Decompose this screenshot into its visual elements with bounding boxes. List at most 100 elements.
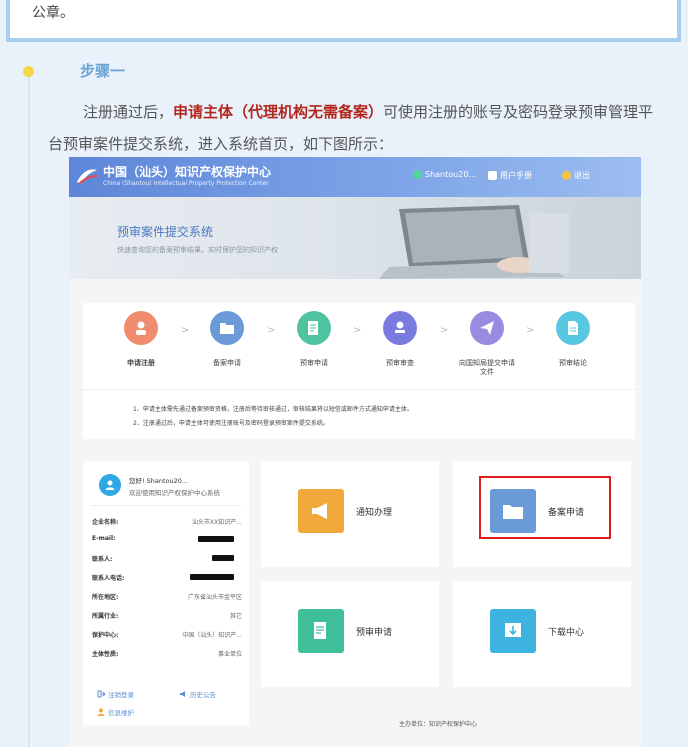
history-notice-link-label: 历史公告 — [190, 691, 216, 699]
para-highlight: 申请主体（代理机构无需备案） — [173, 103, 384, 121]
chevron-right-icon: > — [267, 325, 276, 336]
profile-row-email: E-mail: — [92, 535, 242, 545]
step-title: 步骤一 — [80, 62, 126, 80]
row-key: 联系人电话: — [92, 575, 125, 582]
chevron-right-icon: > — [526, 325, 535, 336]
row-key: E-mail: — [92, 535, 116, 542]
timeline-dot — [23, 66, 34, 77]
card-notice[interactable]: 通知办理 — [261, 461, 439, 567]
user-icon — [413, 170, 422, 179]
redaction — [198, 536, 234, 542]
logout-link[interactable]: 注销登录 — [97, 689, 134, 699]
profile-panel: 您好! Shantou20... 欢迎使用知识产权保护中心系统 企业名称: 汕头市… — [83, 461, 249, 725]
document-icon — [297, 311, 331, 345]
highlight-box — [479, 476, 611, 539]
history-notice-link[interactable]: 历史公告 — [179, 689, 216, 699]
process-step-conclusion: 预审结论 — [543, 311, 603, 368]
row-key: 主体性质: — [92, 651, 119, 658]
process-steps: 申请注册 > 备案申请 > 预审申请 > 预审审查 > 向国知局提交申请文件 >… — [83, 303, 635, 389]
profile-row-phone: 联系人电话: — [92, 573, 242, 583]
previous-section-box: 公章。 — [6, 0, 681, 42]
row-key: 保护中心: — [92, 632, 119, 639]
process-step-register: 申请注册 — [111, 311, 171, 368]
redaction — [212, 555, 234, 561]
chevron-right-icon: > — [440, 325, 449, 336]
row-key: 所在地区: — [92, 594, 119, 601]
profile-row-company: 企业名称: 汕头市XX知识产... — [92, 517, 242, 527]
profile-row-nature: 主体性质: 事业单位 — [92, 649, 242, 659]
notes-panel: 1、申请主体需先通过备案预审资格，注册后等待审核通过，审核结果将以短信或邮件方式… — [83, 389, 635, 439]
megaphone-icon — [298, 489, 344, 533]
note-1: 1、申请主体需先通过备案预审资格，注册后等待审核通过，审核结果将以短信或邮件方式… — [133, 406, 413, 413]
info-maintain-link[interactable]: 信息维护 — [97, 707, 134, 717]
card-download-center[interactable]: 下载中心 — [453, 581, 631, 687]
logout-icon — [97, 690, 105, 698]
logo-icon — [77, 169, 98, 185]
card-notice-label: 通知办理 — [356, 508, 393, 518]
profile-row-contact: 联系人: — [92, 554, 242, 564]
profile-row-industry: 所属行业: 其它 — [92, 611, 242, 621]
process-step-label: 预审结论 — [559, 359, 587, 367]
header-manual-label: 用户手册 — [500, 171, 532, 180]
info-maintain-link-label: 信息维护 — [108, 709, 134, 717]
row-value: 汕头市XX知识产... — [192, 519, 242, 526]
document-icon — [298, 609, 344, 653]
timeline-line — [28, 74, 30, 747]
send-icon — [470, 311, 504, 345]
user-edit-icon — [97, 708, 105, 716]
header-logout[interactable]: 退出 — [562, 170, 590, 181]
process-step-label: 申请注册 — [127, 359, 155, 367]
download-icon — [490, 609, 536, 653]
card-download-center-label: 下载中心 — [548, 628, 585, 638]
process-step-preexam-review: 预审审查 — [370, 311, 430, 368]
divider — [91, 505, 241, 506]
app-subtitle: China (Shantou) Intellectual Property Pr… — [103, 180, 269, 187]
row-value: 事业单位 — [217, 651, 242, 658]
process-step-filing: 备案申请 — [197, 311, 257, 368]
top-text: 公章。 — [32, 5, 74, 21]
footer-text: 主办单位：知识产权保护中心 — [399, 721, 478, 728]
chevron-right-icon: > — [353, 325, 362, 336]
process-step-label: 预审审查 — [386, 359, 414, 367]
banner-title: 预审案件提交系统 — [117, 225, 214, 239]
user-icon — [105, 480, 115, 490]
profile-row-center: 保护中心: 中国（汕头）知识产... — [92, 630, 242, 640]
para-before: 注册通过后， — [83, 103, 174, 121]
header-user[interactable]: Shantou20... — [413, 170, 476, 179]
app-title: 中国（汕头）知识产权保护中心 — [103, 165, 272, 179]
file-icon — [556, 311, 590, 345]
row-key: 联系人: — [92, 556, 113, 563]
process-step-label: 备案申请 — [213, 359, 241, 367]
note-2: 2、注册通过后，申请主体可使用注册账号及密码登录预审案件提交系统。 — [133, 420, 329, 427]
header-manual[interactable]: 用户手册 — [488, 170, 532, 181]
profile-welcome: 欢迎使用知识产权保护中心系统 — [129, 489, 220, 497]
card-preexam-apply-label: 预审申请 — [356, 628, 393, 638]
header-user-label: Shantou20... — [425, 170, 477, 179]
row-value: 广东省汕头市金平区 — [187, 594, 242, 601]
row-key: 所属行业: — [92, 613, 119, 620]
row-key: 企业名称: — [92, 519, 119, 526]
user-icon — [124, 311, 158, 345]
avatar — [99, 474, 121, 496]
folder-icon — [210, 311, 244, 345]
chevron-right-icon: > — [181, 325, 190, 336]
logout-link-label: 注销登录 — [108, 691, 134, 699]
profile-name: 您好! Shantou20... — [129, 477, 189, 485]
book-icon — [488, 171, 497, 180]
process-step-preexam-apply: 预审申请 — [284, 311, 344, 368]
step-paragraph: 注册通过后，申请主体（代理机构无需备案）可使用注册的账号及密码登录预审管理平台预… — [48, 96, 664, 160]
card-preexam-apply[interactable]: 预审申请 — [261, 581, 439, 687]
redaction — [190, 574, 234, 580]
row-value: 其它 — [229, 613, 242, 620]
banner: 预审案件提交系统 快速查询您的备案预审结果，实时保护您的知识产权 — [69, 197, 641, 279]
power-icon — [562, 171, 571, 180]
profile-row-region: 所在地区: 广东省汕头市金平区 — [92, 592, 242, 602]
process-step-label: 预审申请 — [300, 359, 328, 367]
banner-subtitle: 快速查询您的备案预审结果，实时保护您的知识产权 — [117, 246, 278, 254]
process-step-submit-cnipa: 向国知局提交申请文件 — [457, 311, 517, 377]
stamp-icon — [383, 311, 417, 345]
notice-icon — [180, 691, 185, 697]
process-step-label: 向国知局提交申请文件 — [459, 359, 515, 376]
header-logout-label: 退出 — [574, 171, 590, 180]
row-value: 中国（汕头）知识产... — [182, 632, 242, 639]
